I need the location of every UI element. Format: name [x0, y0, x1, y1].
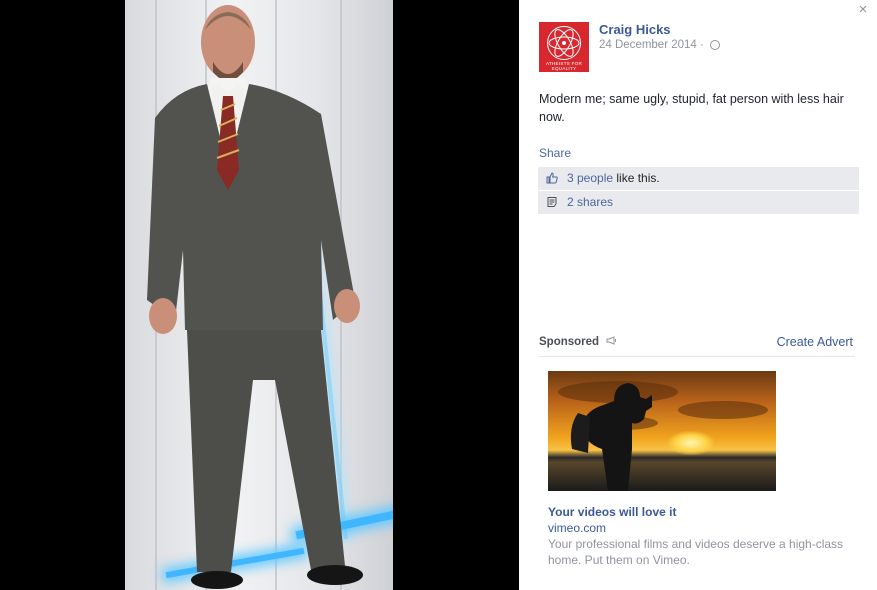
ad-image[interactable] — [548, 371, 776, 491]
share-link[interactable]: Share — [539, 146, 571, 160]
author-avatar[interactable]: ATHEISTS FOR EQUALITY — [539, 22, 589, 72]
man-in-suit-figure — [147, 5, 363, 589]
author-name[interactable]: Craig Hicks — [599, 22, 671, 37]
sponsored-label: Sponsored — [539, 336, 617, 348]
meta-separator: · — [700, 39, 704, 51]
photo-stage — [0, 0, 519, 590]
post-date[interactable]: 24 December 2014 — [599, 39, 697, 51]
likes-row: 3 people like this. — [538, 167, 859, 191]
shares-link[interactable]: 2 shares — [567, 195, 613, 209]
post-photo[interactable] — [125, 0, 393, 590]
post-detail-panel: × ATHEISTS FOR EQUALITY Craig Hicks 24 D… — [519, 0, 877, 590]
share-icon — [547, 197, 557, 207]
post-meta: 24 December 2014 · — [599, 39, 721, 51]
photographer-silhouette — [570, 383, 652, 491]
ad-title[interactable]: Your videos will love it — [548, 505, 676, 519]
megaphone-icon — [606, 336, 617, 345]
thumbs-up-icon — [546, 172, 558, 184]
ad-url[interactable]: vimeo.com — [548, 521, 606, 535]
divider — [539, 356, 855, 357]
engagement-box: 3 people like this. 2 shares — [538, 167, 859, 215]
globe-icon[interactable] — [710, 39, 721, 50]
post-text: Modern me; same ugly, stupid, fat person… — [539, 92, 844, 124]
ad-description: Your professional films and videos deser… — [548, 537, 844, 567]
atom-orbits-icon — [548, 29, 580, 57]
avatar-label: ATHEISTS FOR EQUALITY — [545, 61, 583, 71]
create-advert-link[interactable]: Create Advert — [777, 335, 853, 349]
likes-suffix: like this. — [613, 171, 660, 185]
close-icon[interactable]: × — [855, 2, 871, 18]
likes-link[interactable]: 3 people — [567, 171, 613, 185]
sponsored-text: Sponsored — [539, 336, 600, 348]
shares-row: 2 shares — [538, 191, 859, 215]
